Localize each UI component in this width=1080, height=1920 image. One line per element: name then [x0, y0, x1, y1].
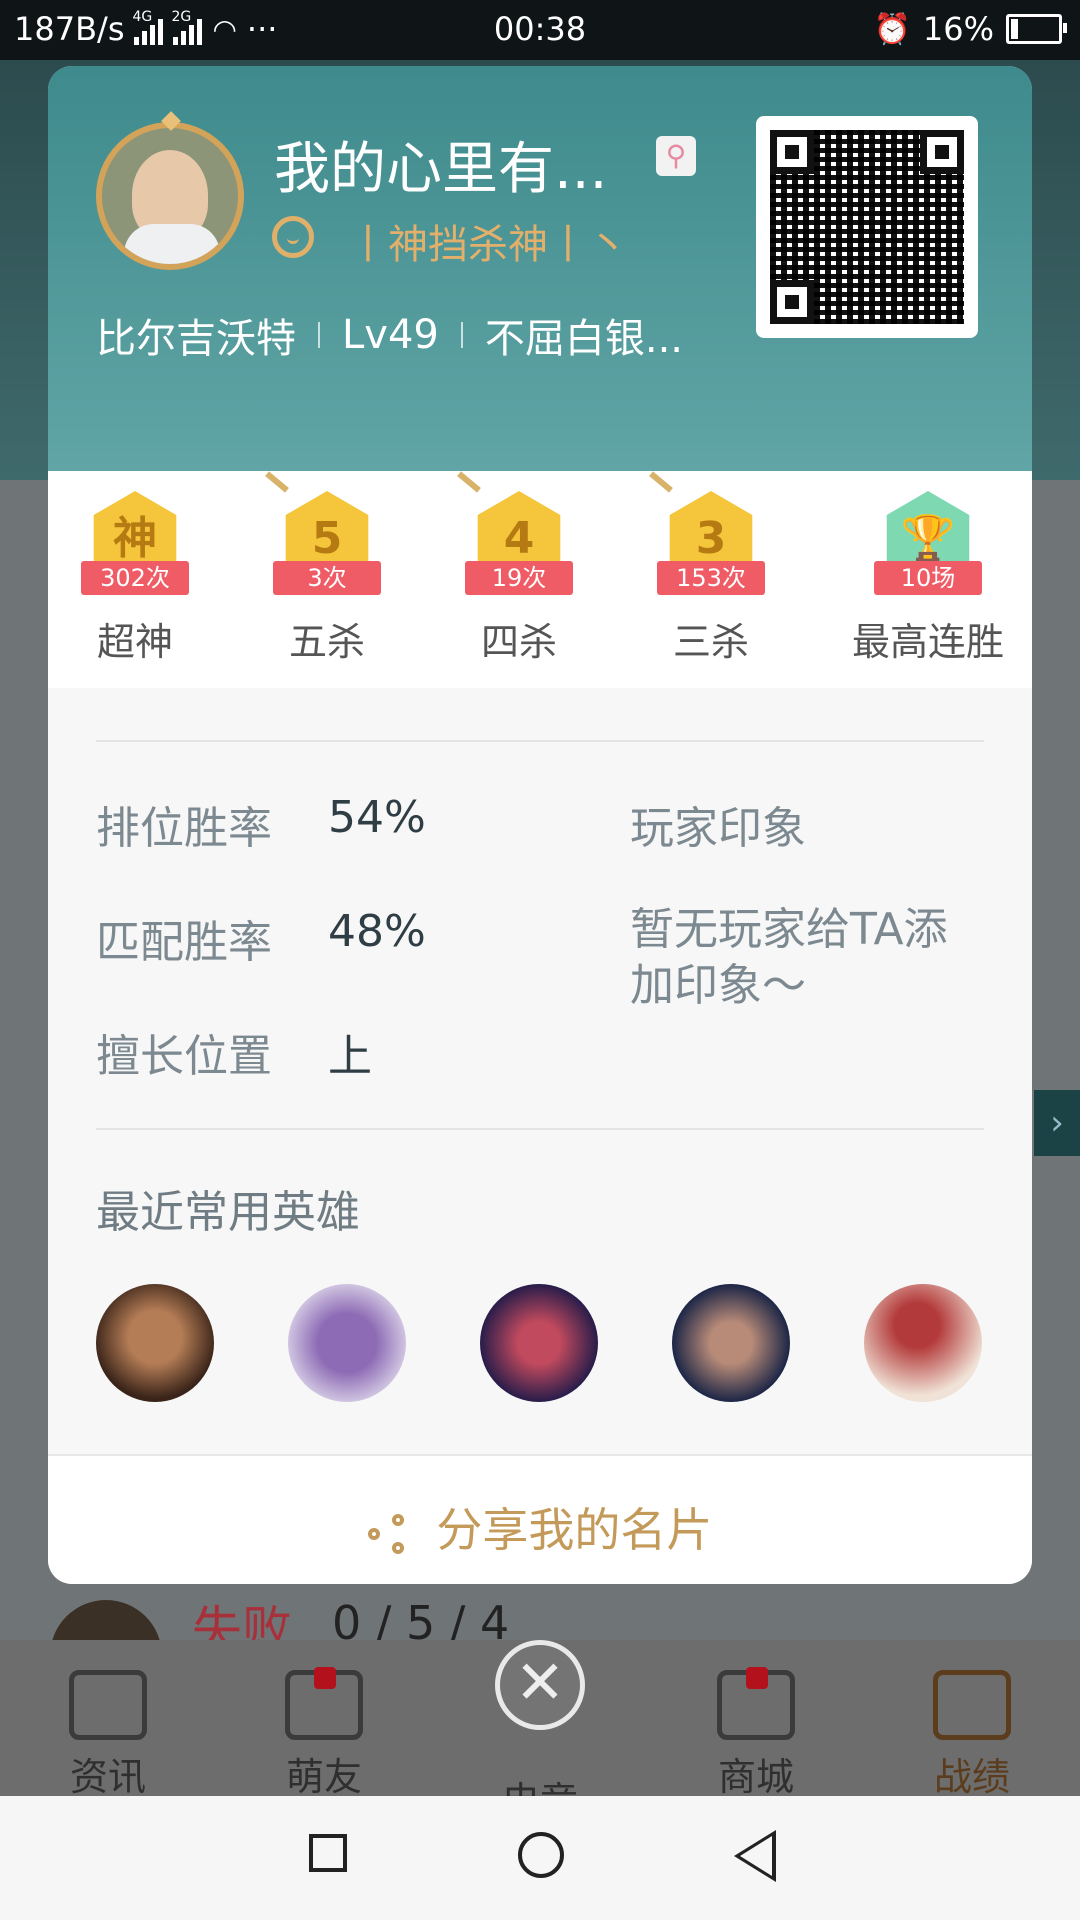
card-header: 我的心里有... ⚲ 丨神挡杀神丨丶 比尔吉沃特 Lv49 不屈白银...: [48, 66, 1032, 471]
achievement-label: 三杀: [672, 620, 749, 664]
achievement-label: 最高连胜: [851, 620, 1004, 664]
impression-text: 暂无玩家给TA添加印象～: [630, 904, 948, 1011]
achievement-godlike: 神 302次 超神: [60, 491, 210, 666]
divider: [96, 1128, 984, 1130]
chevron-right-icon: ›: [1034, 1090, 1080, 1156]
nav-label: 萌友: [285, 1755, 362, 1799]
sword-icon: [457, 471, 481, 493]
achievement-label: 超神: [96, 620, 173, 664]
ranked-winrate-label: 排位胜率: [96, 803, 272, 854]
separator: [318, 322, 320, 348]
alarm-icon: ⏰: [873, 11, 911, 47]
qr-eye: [920, 130, 964, 174]
recents-button[interactable]: [309, 1834, 347, 1872]
qr-code-pattern: [770, 130, 964, 324]
player-rank: 不屈白银...: [484, 316, 684, 362]
hero-avatar[interactable]: [96, 1284, 214, 1402]
qr-code[interactable]: [756, 116, 978, 338]
share-label: 分享我的名片: [436, 1503, 713, 1557]
position-value: 上: [328, 1031, 372, 1082]
recent-heroes-title: 最近常用英雄: [96, 1187, 360, 1238]
nav-item-shop[interactable]: 商城: [686, 1667, 826, 1801]
impression-title: 玩家印象: [630, 803, 806, 854]
notification-dot: [314, 1667, 336, 1689]
book-icon: [69, 1670, 147, 1740]
achievements-row: 神 302次 超神 5 3次 五杀 4 19次 四杀 3 153次 三杀 🏆 1…: [48, 471, 1032, 688]
hero-avatar[interactable]: [480, 1284, 598, 1402]
share-card-button[interactable]: 分享我的名片: [48, 1454, 1032, 1584]
search-badge-icon[interactable]: ⚲: [656, 136, 696, 176]
system-nav-bar: [0, 1796, 1080, 1920]
close-button[interactable]: ✕: [495, 1640, 585, 1730]
achievement-winstreak: 🏆 10场 最高连胜: [838, 491, 1018, 666]
achievement-count: 302次: [81, 561, 189, 595]
achievement-penta: 5 3次 五杀: [252, 471, 402, 666]
chat-heart-icon: [285, 1667, 363, 1740]
battery-percent: 16%: [922, 10, 994, 48]
share-icon: [367, 1513, 408, 1554]
player-info-line: 比尔吉沃特 Lv49 不屈白银...: [96, 306, 683, 364]
sword-icon: [265, 471, 289, 493]
player-level: Lv49: [342, 312, 439, 358]
achievement-quadra: 4 19次 四杀: [444, 471, 594, 666]
achievement-label: 四杀: [480, 620, 557, 664]
username: 我的心里有...: [274, 137, 608, 202]
status-bar: 187B/s 4G 2G ◠ ··· 00:38 ⏰ 16%: [0, 0, 1080, 60]
nav-item-news[interactable]: 资讯: [38, 1670, 178, 1801]
match-winrate-label: 匹配胜率: [96, 917, 272, 968]
qr-eye: [770, 280, 814, 324]
nav-label: 资讯: [69, 1755, 146, 1799]
server-name: 比尔吉沃特: [96, 316, 296, 362]
achievement-count: 10场: [874, 561, 982, 595]
home-button[interactable]: [518, 1832, 564, 1878]
achievement-count: 19次: [465, 561, 573, 595]
achievement-count: 153次: [657, 561, 765, 595]
profile-card: 我的心里有... ⚲ 丨神挡杀神丨丶 比尔吉沃特 Lv49 不屈白银... 神 …: [48, 66, 1032, 1584]
signature: 丨神挡杀神丨丶: [348, 222, 628, 268]
back-button[interactable]: [734, 1830, 776, 1882]
match-winrate-value: 48%: [328, 906, 426, 957]
hero-avatar[interactable]: [672, 1284, 790, 1402]
qr-eye: [770, 130, 814, 174]
ranked-winrate-value: 54%: [328, 792, 426, 843]
avatar[interactable]: [96, 122, 244, 270]
hero-avatar[interactable]: [864, 1284, 982, 1402]
close-icon: ✕: [514, 1648, 566, 1718]
separator: [460, 322, 463, 348]
notification-dot: [746, 1667, 768, 1689]
position-label: 擅长位置: [96, 1031, 272, 1082]
sword-icon: [649, 471, 673, 493]
qq-icon: [272, 216, 314, 258]
achievement-triple: 3 153次 三杀: [636, 471, 786, 666]
nav-item-friends[interactable]: 萌友: [254, 1667, 394, 1801]
divider: [96, 740, 984, 742]
achievement-count: 3次: [273, 561, 381, 595]
records-shield-icon: [933, 1670, 1011, 1740]
nav-label: 战绩: [933, 1755, 1010, 1799]
nav-label: 商城: [717, 1755, 794, 1799]
chest-icon: [717, 1667, 795, 1740]
nav-item-records[interactable]: 战绩: [902, 1670, 1042, 1801]
achievement-label: 五杀: [288, 620, 365, 664]
hero-avatar[interactable]: [288, 1284, 406, 1402]
battery-icon: [1006, 14, 1067, 44]
